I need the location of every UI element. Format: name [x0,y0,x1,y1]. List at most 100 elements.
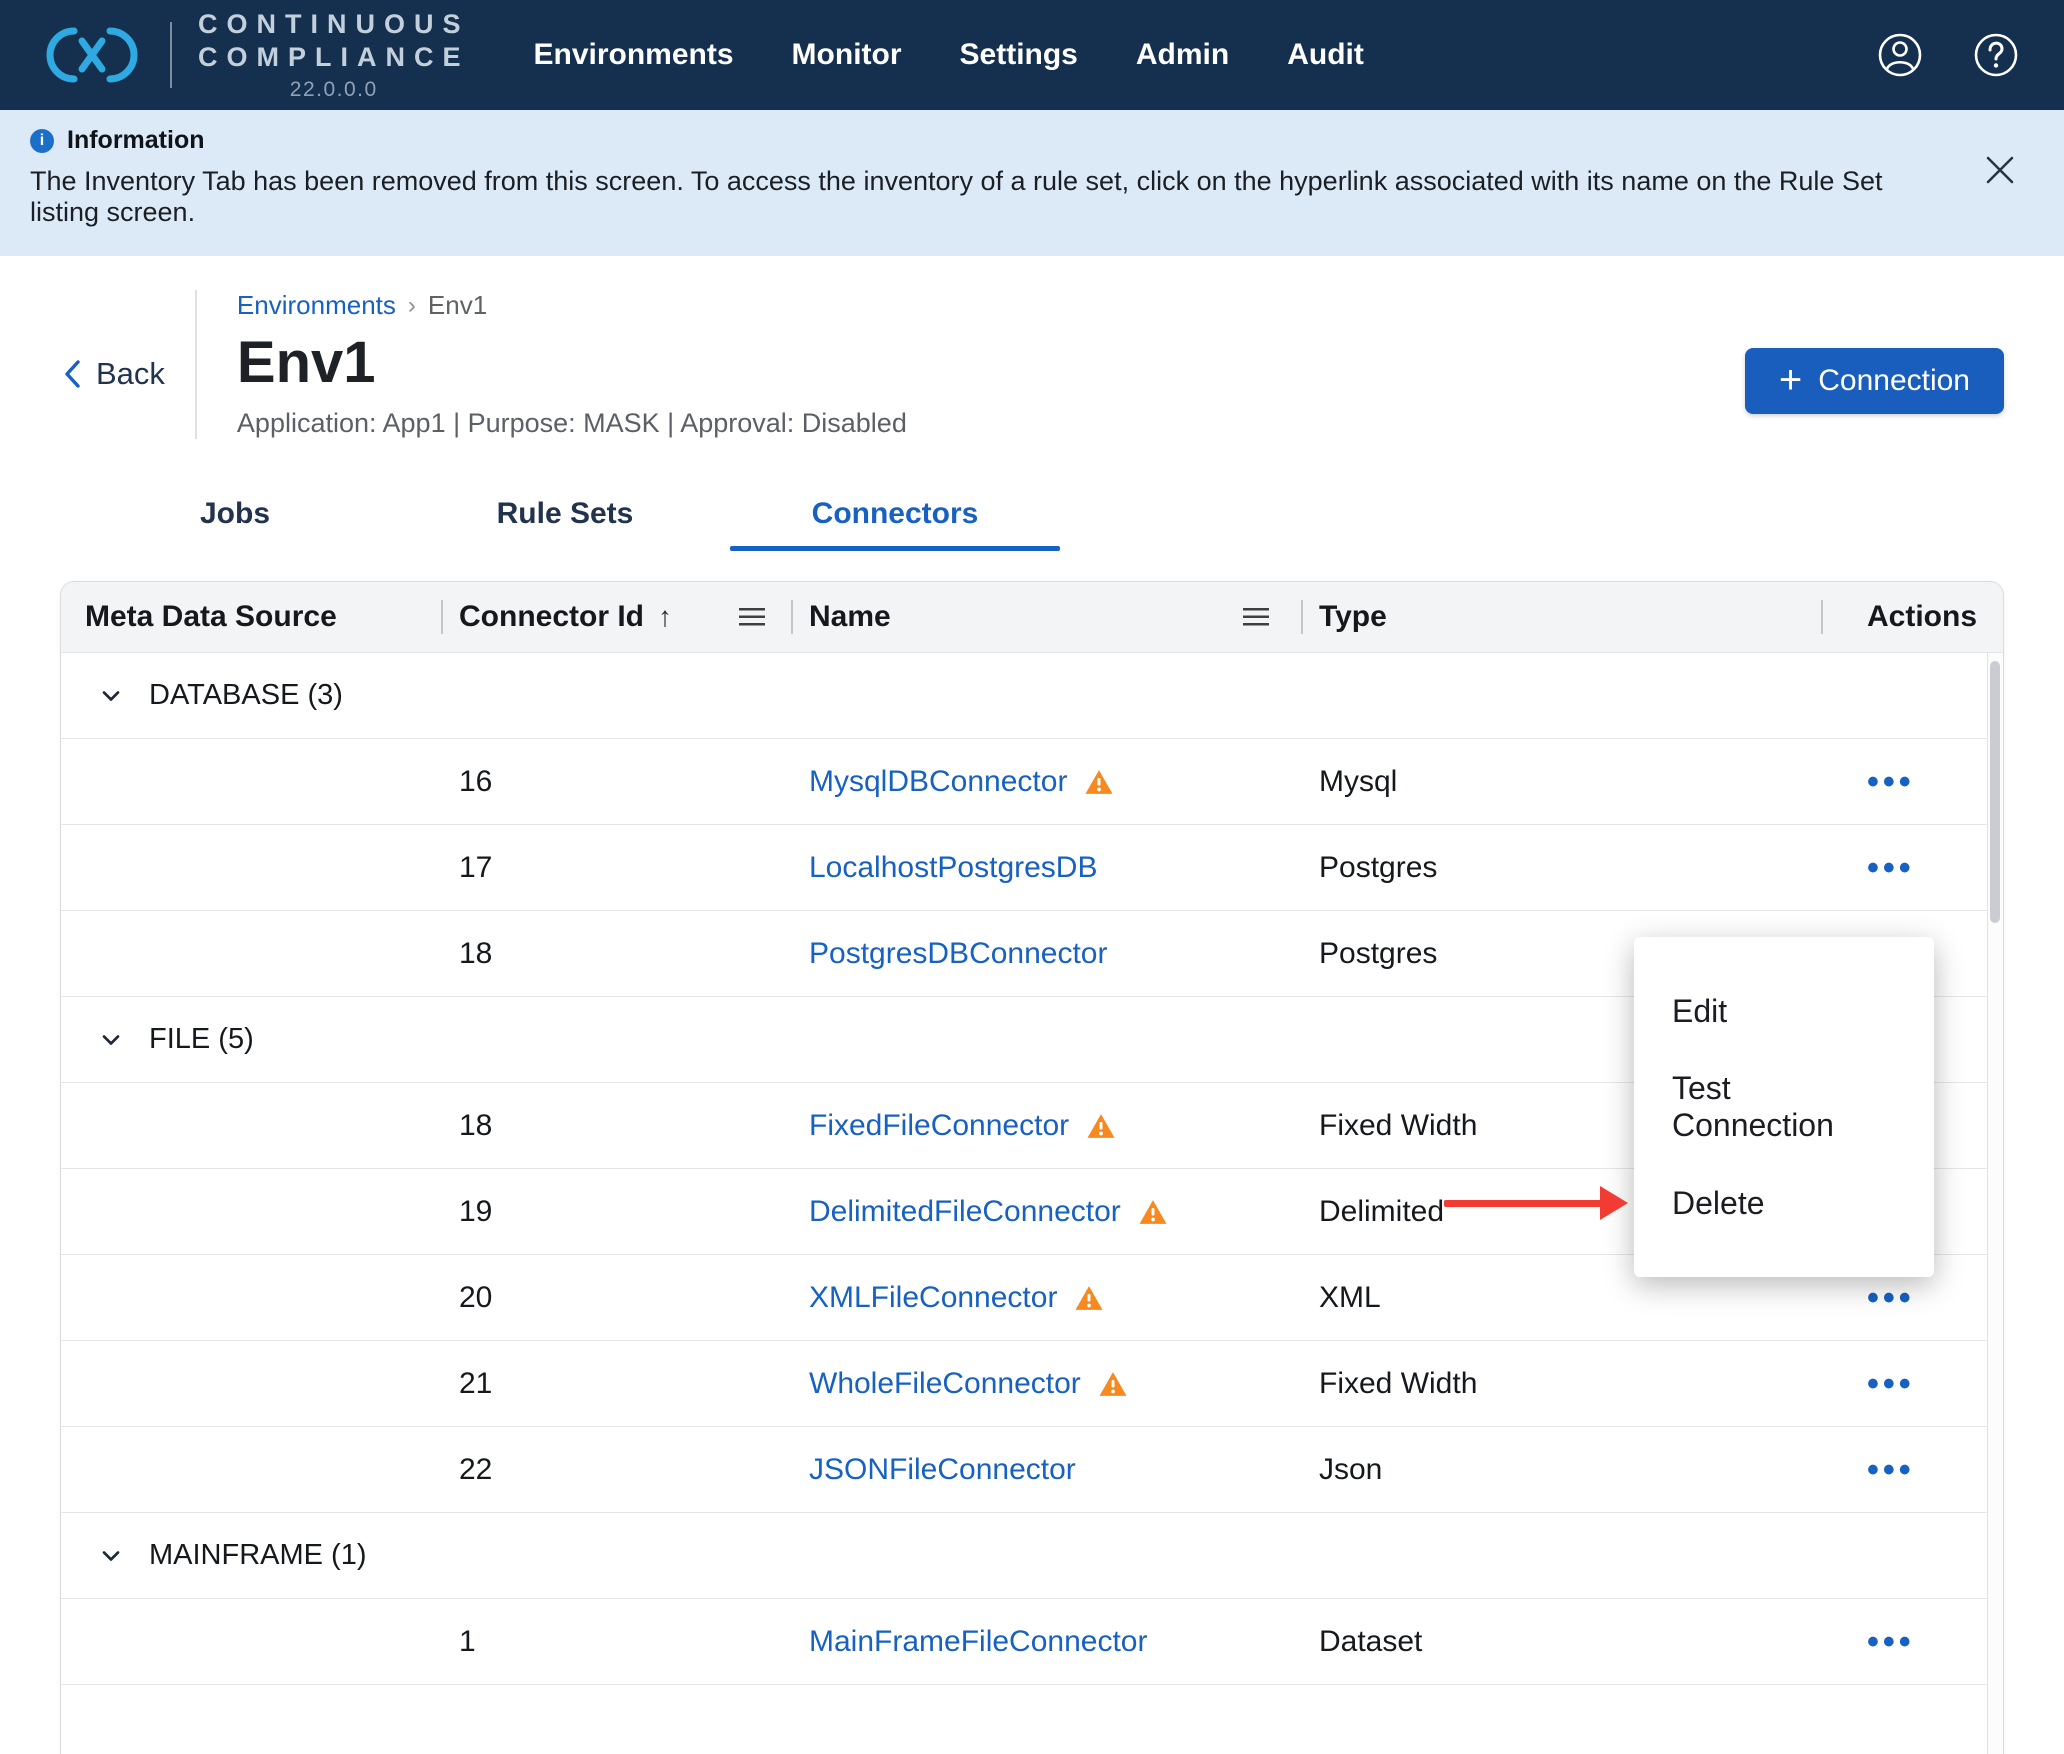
connector-name-cell: JSONFileConnector [791,1427,1301,1512]
group-row[interactable]: MAINFRAME (1) [61,1512,2003,1598]
warning-icon [1097,1369,1129,1399]
connector-id-cell: 1 [441,1599,791,1684]
column-header-meta-data-source[interactable]: Meta Data Source [61,582,441,652]
meta-data-source-cell [61,1341,441,1426]
connector-id-cell: 18 [441,911,791,996]
actions-cell: ••• [1821,1599,2003,1684]
connector-name-link[interactable]: PostgresDBConnector [809,937,1107,971]
connector-name-link[interactable]: MysqlDBConnector [809,765,1067,799]
group-label: FILE (5) [149,1023,254,1056]
column-header-connector-id[interactable]: Connector Id ↑ [441,582,791,652]
add-connection-button[interactable]: + Connection [1745,348,2004,414]
nav-settings[interactable]: Settings [960,38,1078,72]
connector-name-link[interactable]: MainFrameFileConnector [809,1625,1147,1659]
connector-type-cell: Fixed Width [1301,1341,1821,1426]
table-header: Meta Data Source Connector Id ↑ Name Typ… [61,582,2003,652]
connector-id-cell: 21 [441,1341,791,1426]
menu-item-edit[interactable]: Edit [1634,963,1934,1059]
connector-name-cell: XMLFileConnector [791,1255,1301,1340]
column-label: Name [809,600,891,634]
nav-audit[interactable]: Audit [1287,38,1364,72]
tab-bar: Jobs Rule Sets Connectors [70,483,2004,551]
column-header-type[interactable]: Type [1301,582,1821,652]
page-subtitle: Application: App1 | Purpose: MASK | Appr… [237,408,907,439]
tab-connectors[interactable]: Connectors [730,483,1060,551]
breadcrumb: Environments › Env1 [237,290,907,321]
user-account-icon[interactable] [1876,31,1924,79]
meta-data-source-cell [61,739,441,824]
delphix-logo-icon[interactable] [40,23,144,87]
table-row: 16MysqlDBConnectorMysql••• [61,738,2003,824]
connector-name-link[interactable]: WholeFileConnector [809,1367,1081,1401]
row-actions-button[interactable]: ••• [1867,1367,1915,1401]
connector-id-cell: 17 [441,825,791,910]
table-row-partial [61,1684,2003,1754]
connector-type-cell: Json [1301,1427,1821,1512]
group-row[interactable]: DATABASE (3) [61,652,2003,738]
connector-name-link[interactable]: JSONFileConnector [809,1453,1076,1487]
actions-cell: ••• [1821,1341,2003,1426]
menu-item-test-connection[interactable]: Test Connection [1634,1059,1934,1155]
row-actions-button[interactable]: ••• [1867,851,1915,885]
breadcrumb-environments[interactable]: Environments [237,290,396,321]
title-block: Environments › Env1 Env1 Application: Ap… [195,290,907,439]
chevron-down-icon[interactable] [97,1026,125,1054]
connector-name-link[interactable]: FixedFileConnector [809,1109,1069,1143]
row-actions-button[interactable]: ••• [1867,1453,1915,1487]
table-row: 22JSONFileConnectorJson••• [61,1426,2003,1512]
menu-item-delete[interactable]: Delete [1634,1155,1934,1251]
nav-monitor[interactable]: Monitor [792,38,902,72]
actions-cell: ••• [1821,1427,2003,1512]
row-actions-button[interactable]: ••• [1867,765,1915,799]
connector-id-cell: 19 [441,1169,791,1254]
scrollbar-thumb[interactable] [1990,661,2000,923]
brand-line-2: COMPLIANCE [198,41,470,74]
nav-environments[interactable]: Environments [534,38,734,72]
table-row: 1MainFrameFileConnectorDataset••• [61,1598,2003,1684]
nav-admin[interactable]: Admin [1136,38,1229,72]
column-label: Meta Data Source [85,600,337,634]
plus-icon: + [1779,360,1802,400]
back-button[interactable]: Back [60,356,165,392]
meta-data-source-cell [61,825,441,910]
column-header-name[interactable]: Name [791,582,1301,652]
row-actions-button[interactable]: ••• [1867,1625,1915,1659]
meta-data-source-cell [61,1169,441,1254]
table-row: 17LocalhostPostgresDBPostgres••• [61,824,2003,910]
chevron-down-icon[interactable] [97,1542,125,1570]
sort-ascending-icon[interactable]: ↑ [658,601,672,633]
help-icon[interactable] [1972,31,2020,79]
row-actions-button[interactable]: ••• [1867,1281,1915,1315]
banner-title: Information [67,126,205,155]
main-nav: Environments Monitor Settings Admin Audi… [534,38,1364,72]
chevron-down-icon[interactable] [97,682,125,710]
warning-icon [1073,1283,1105,1313]
meta-data-source-cell [61,1599,441,1684]
actions-cell: ••• [1821,739,2003,824]
column-menu-icon[interactable] [1243,608,1269,626]
add-connection-label: Connection [1818,364,1970,398]
column-label: Type [1319,600,1387,634]
warning-icon [1137,1197,1169,1227]
close-icon[interactable] [1982,152,2018,188]
connector-name-cell: WholeFileConnector [791,1341,1301,1426]
page-head: Back Environments › Env1 Env1 Applicatio… [60,290,2004,439]
connector-name-cell: DelimitedFileConnector [791,1169,1301,1254]
group-label: DATABASE (3) [149,679,343,712]
meta-data-source-cell [61,1427,441,1512]
connector-name-link[interactable]: LocalhostPostgresDB [809,851,1098,885]
brand-block: CONTINUOUS COMPLIANCE 22.0.0.0 [198,8,470,103]
column-menu-icon[interactable] [739,608,765,626]
connector-name-link[interactable]: XMLFileConnector [809,1281,1057,1315]
annotation-arrow-line [1444,1200,1602,1207]
tab-jobs[interactable]: Jobs [70,483,400,551]
app-header: CONTINUOUS COMPLIANCE 22.0.0.0 Environme… [0,0,2064,110]
scrollbar-track[interactable] [1987,653,2003,1754]
connector-id-cell: 18 [441,1083,791,1168]
brand-divider [170,22,172,88]
chevron-left-icon [60,357,84,391]
connector-name-link[interactable]: DelimitedFileConnector [809,1195,1121,1229]
tab-rule-sets[interactable]: Rule Sets [400,483,730,551]
row-actions-menu: Edit Test Connection Delete [1634,937,1934,1277]
column-label: Connector Id [459,600,644,634]
